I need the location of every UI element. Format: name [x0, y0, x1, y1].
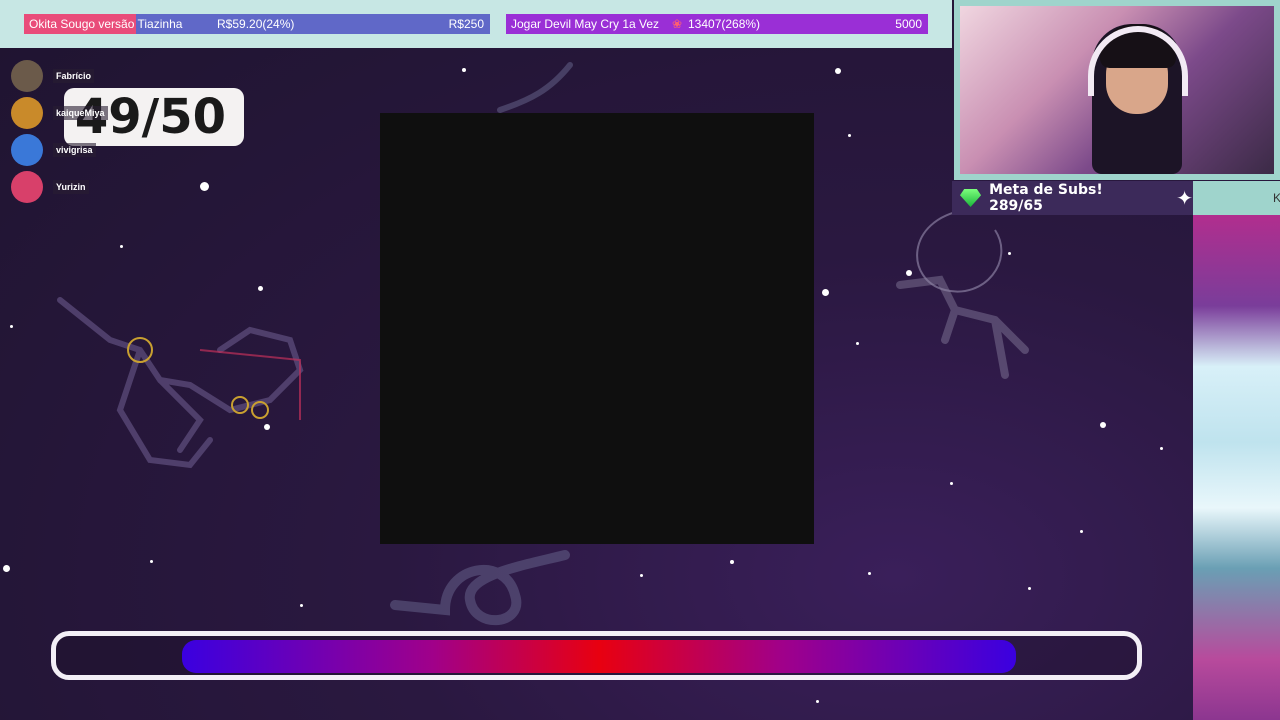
subs-goal-label: Meta de Subs! 289/65: [989, 182, 1103, 214]
stream-progress-bar: [51, 631, 1142, 680]
donation-goal-current: R$59.20(24%): [217, 17, 295, 31]
bits-goal-bar: Jogar Devil May Cry 1a Vez ❀ 13407(268%)…: [506, 14, 928, 34]
chat-entry: kaiqueMiya: [11, 97, 108, 129]
chat-username: Yurizin: [53, 180, 89, 194]
chat-username: kaiqueMiya: [53, 106, 108, 120]
chat-username: vivigrisa: [53, 143, 96, 157]
serpent-constellation: [390, 550, 570, 626]
chat-entry: Yurizin: [11, 171, 89, 203]
dragon-tail-constellation: [497, 62, 573, 113]
rayquaza-constellation: [57, 297, 304, 469]
avatar: [11, 171, 43, 203]
flower-icon: ❀: [672, 17, 683, 31]
donation-goal-bar: Okita Sougo versão Tiazinha R$59.20(24%)…: [24, 14, 490, 34]
webcam-frame: [954, 0, 1280, 180]
subs-goal-banner: Meta de Subs! 289/65 ✦: [952, 181, 1193, 215]
avatar: [11, 134, 43, 166]
sparkle-icon: ✦: [1176, 187, 1193, 210]
chat-username: Fabrício: [53, 69, 95, 83]
chat-entry: vivigrisa: [11, 134, 96, 166]
webcam-video: [960, 6, 1274, 174]
avatar: [11, 97, 43, 129]
avatar: [11, 60, 43, 92]
side-ticker: K: [1193, 181, 1280, 215]
bits-goal-name: Jogar Devil May Cry 1a Vez: [511, 17, 660, 31]
donation-goal-target: R$250: [448, 17, 484, 31]
progress-fill: [182, 640, 1016, 673]
gem-icon: [960, 189, 982, 207]
game-capture: [380, 113, 814, 544]
donation-goal-name: Okita Sougo versão Tiazinha: [29, 17, 183, 31]
bits-goal-current: 13407(268%): [688, 17, 761, 31]
pixel-art-panel: [1193, 215, 1280, 720]
bits-goal-target: 5000: [895, 17, 922, 31]
mew-constellation: [896, 209, 1029, 379]
